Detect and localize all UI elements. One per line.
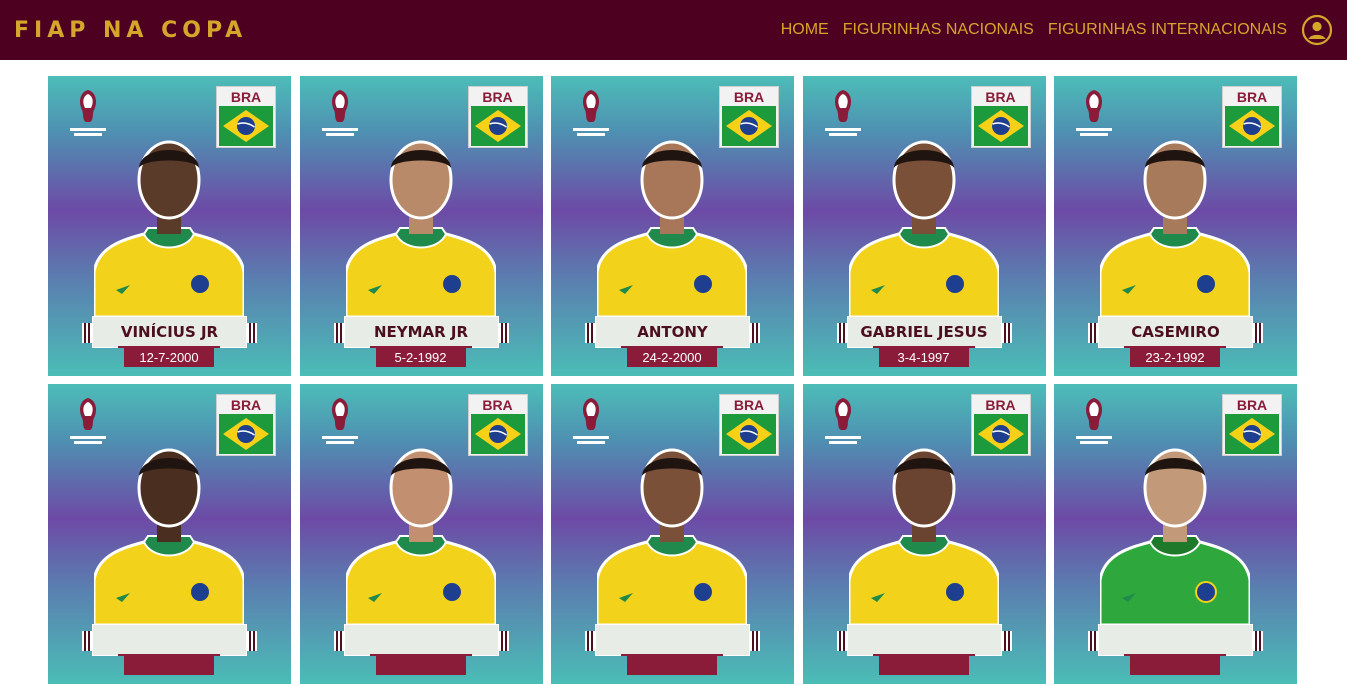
birth-date: 5-2-1992	[375, 348, 466, 367]
birth-date	[627, 656, 717, 675]
player-photo	[1100, 448, 1250, 625]
country-code: BRA	[482, 89, 513, 105]
birth-date	[1130, 656, 1220, 675]
player-name	[92, 624, 247, 656]
sticker-card[interactable]: BRA NEYMAR JR 5-2-1992	[299, 76, 543, 376]
namebar-ornament	[750, 323, 760, 343]
namebar-ornament	[1088, 323, 1098, 343]
sticker-card[interactable]: BRA	[48, 384, 291, 684]
namebar-ornament	[836, 631, 847, 651]
player-name	[846, 624, 1002, 656]
namebar-ornament	[82, 631, 92, 651]
namebar-ornament	[333, 323, 344, 343]
player-name	[1098, 624, 1253, 656]
country-code: BRA	[230, 397, 262, 413]
player-name: NEYMAR JR	[343, 316, 499, 348]
country-code: BRA	[985, 89, 1016, 105]
site-title[interactable]: FIAP NA COPA	[14, 18, 247, 43]
birth-date: 23-2-1992	[1130, 348, 1220, 367]
sticker-card[interactable]: BRA ANTONY 24-2-2000	[551, 76, 794, 376]
player-photo	[848, 140, 999, 317]
namebar-ornament	[750, 631, 760, 651]
sticker-card[interactable]: BRA GABRIEL JESUS 3-4-1997	[802, 76, 1046, 376]
birth-date	[878, 656, 969, 675]
namebar-ornament	[498, 323, 509, 343]
nav-figurinhas-nacionais-link[interactable]: FIGURINHAS NACIONAIS	[843, 21, 1034, 39]
country-code: BRA	[733, 397, 765, 413]
country-code: BRA	[733, 89, 765, 105]
birth-date: 12-7-2000	[124, 348, 214, 367]
sticker-card[interactable]: BRA VINÍCIUS JR 12-7-2000	[48, 76, 291, 376]
player-name: CASEMIRO	[1098, 316, 1253, 348]
sticker-card[interactable]: BRA	[1054, 384, 1297, 684]
player-photo	[94, 140, 244, 317]
namebar-ornament	[1253, 631, 1263, 651]
country-code: BRA	[1236, 397, 1268, 413]
player-name: VINÍCIUS JR	[92, 316, 247, 348]
namebar-ornament	[585, 323, 595, 343]
nav-home-link[interactable]: HOME	[781, 21, 829, 39]
birth-date: 3-4-1997	[878, 348, 969, 367]
player-name	[595, 624, 750, 656]
user-circle-icon[interactable]	[1301, 14, 1333, 46]
namebar-ornament	[1001, 631, 1012, 651]
main-nav: HOME FIGURINHAS NACIONAIS FIGURINHAS INT…	[767, 14, 1333, 46]
player-photo	[345, 140, 496, 317]
namebar-ornament	[498, 631, 509, 651]
namebar-ornament	[247, 323, 257, 343]
nav-figurinhas-internacionais-link[interactable]: FIGURINHAS INTERNACIONAIS	[1048, 21, 1287, 39]
country-code: BRA	[985, 397, 1016, 413]
player-photo	[345, 448, 496, 625]
player-photo	[597, 140, 747, 317]
sticker-card[interactable]: BRA CASEMIRO 23-2-1992	[1054, 76, 1297, 376]
country-code: BRA	[482, 397, 513, 413]
namebar-ornament	[585, 631, 595, 651]
player-name	[343, 624, 499, 656]
player-photo	[848, 448, 999, 625]
birth-date	[124, 656, 214, 675]
player-name: GABRIEL JESUS	[846, 316, 1002, 348]
namebar-ornament	[333, 631, 344, 651]
player-photo	[597, 448, 747, 625]
player-photo	[1100, 140, 1250, 317]
country-code: BRA	[1236, 89, 1268, 105]
country-code: BRA	[230, 89, 262, 105]
sticker-card[interactable]: BRA	[802, 384, 1046, 684]
player-photo	[94, 448, 244, 625]
player-name: ANTONY	[595, 316, 750, 348]
namebar-ornament	[247, 631, 257, 651]
namebar-ornament	[1088, 631, 1098, 651]
namebar-ornament	[1001, 323, 1012, 343]
top-navbar: FIAP NA COPA HOME FIGURINHAS NACIONAIS F…	[0, 0, 1347, 60]
sticker-card[interactable]: BRA	[299, 384, 543, 684]
namebar-ornament	[836, 323, 847, 343]
sticker-grid: BRA VINÍCIUS JR 12-7-2000 BRA NEYMAR JR …	[48, 76, 1297, 684]
birth-date: 24-2-2000	[627, 348, 717, 367]
sticker-card[interactable]: BRA	[551, 384, 794, 684]
namebar-ornament	[82, 323, 92, 343]
namebar-ornament	[1253, 323, 1263, 343]
birth-date	[375, 656, 466, 675]
